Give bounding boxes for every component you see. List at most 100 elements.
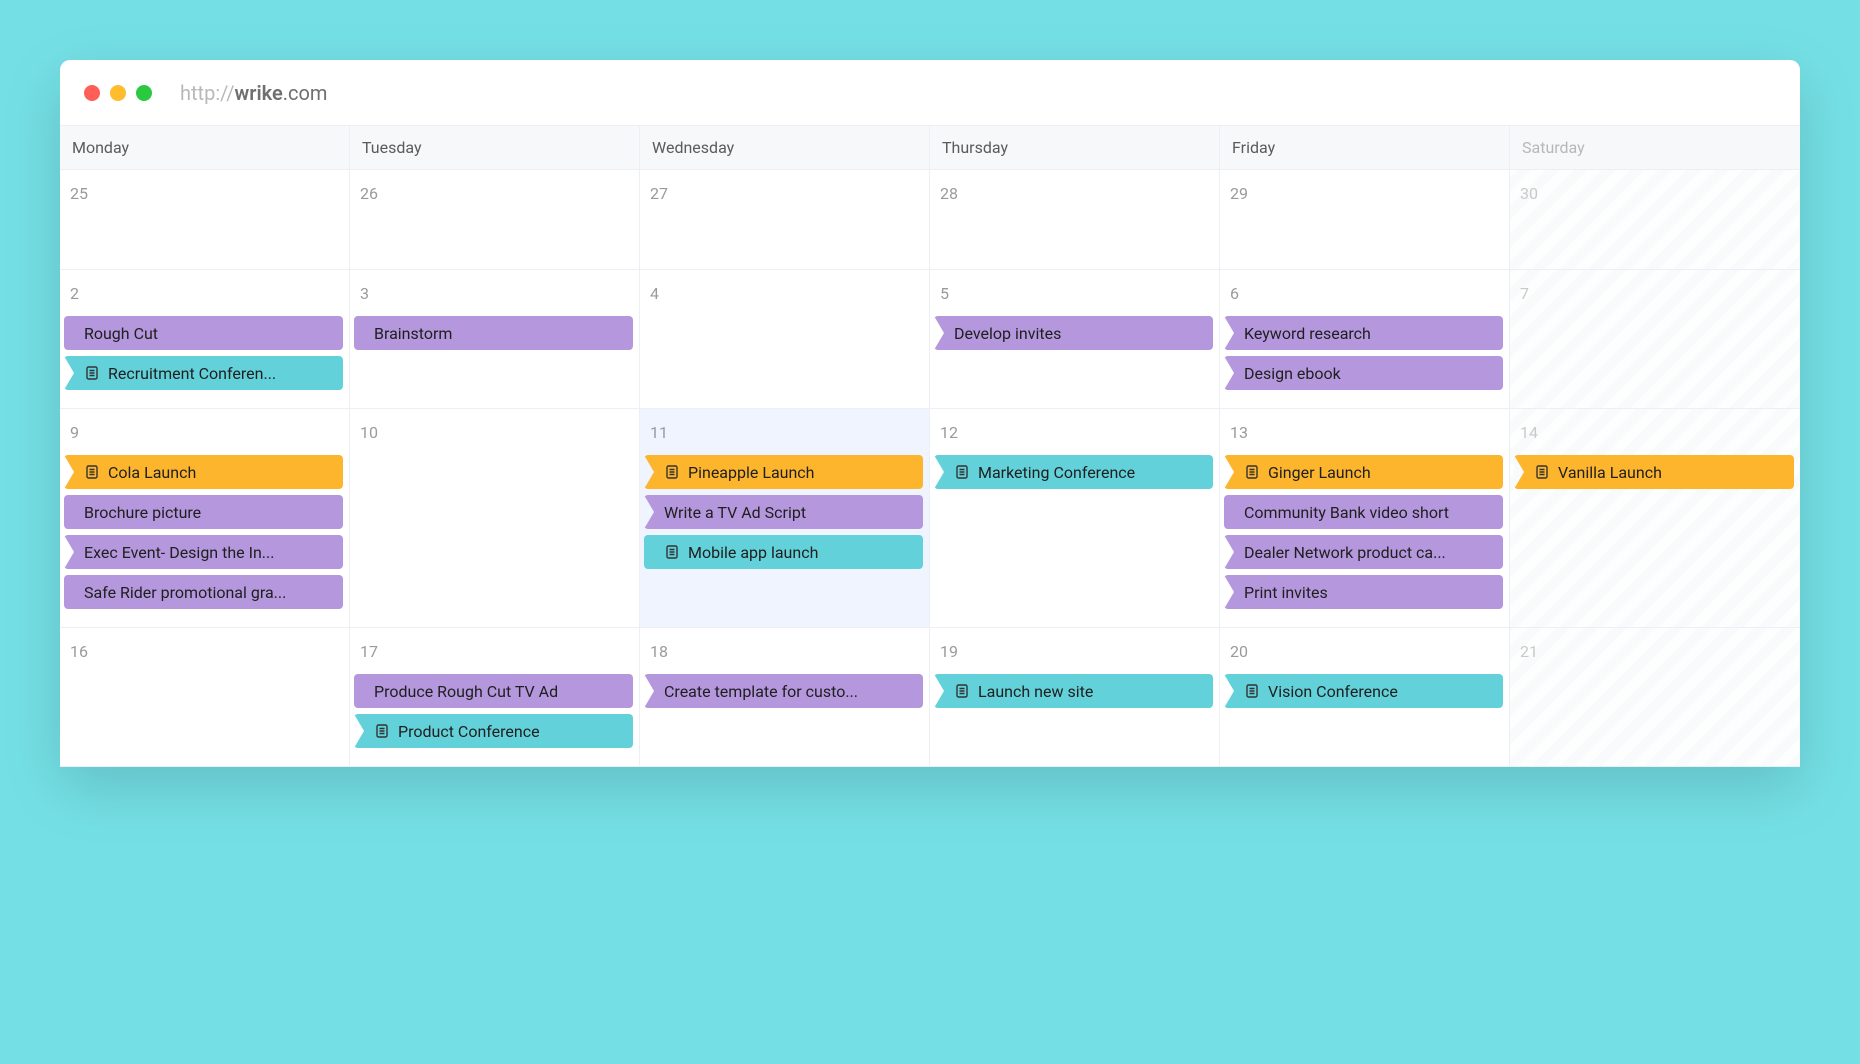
event-label: Produce Rough Cut TV Ad <box>374 682 558 701</box>
calendar-cell[interactable]: 26 <box>350 170 640 269</box>
note-icon <box>664 544 680 560</box>
day-number: 3 <box>354 280 633 313</box>
calendar-event[interactable]: Cola Launch <box>64 455 343 489</box>
event-label: Exec Event- Design the In... <box>84 543 274 562</box>
day-number: 28 <box>934 180 1213 213</box>
calendar-grid: 25 26 27 282930 2 Rough Cut Recruitment Confer… <box>60 170 1800 767</box>
calendar-event[interactable]: Develop invites <box>934 316 1213 350</box>
address-bar[interactable]: http://wrike.com <box>180 81 327 105</box>
calendar-cell[interactable]: 21 <box>1510 628 1800 766</box>
calendar-cell[interactable]: 27 <box>640 170 930 269</box>
day-number: 30 <box>1514 180 1794 213</box>
calendar-cell[interactable]: 14Vanilla Launch <box>1510 409 1800 627</box>
day-number: 6 <box>1224 280 1503 313</box>
calendar-event[interactable]: Vision Conference <box>1224 674 1503 708</box>
calendar-cell[interactable]: 7 <box>1510 270 1800 408</box>
calendar-cell[interactable]: 10 <box>350 409 640 627</box>
calendar-cell[interactable]: 19Launch new site <box>930 628 1220 766</box>
event-label: Safe Rider promotional gra... <box>84 583 286 602</box>
calendar-cell[interactable]: 4 <box>640 270 930 408</box>
day-number: 26 <box>354 180 633 213</box>
calendar-event[interactable]: Recruitment Conferen... <box>64 356 343 390</box>
calendar-event[interactable]: Produce Rough Cut TV Ad <box>354 674 633 708</box>
day-header-fri: Friday <box>1220 126 1510 169</box>
calendar-event[interactable]: Exec Event- Design the In... <box>64 535 343 569</box>
calendar-cell[interactable]: 12Marketing Conference <box>930 409 1220 627</box>
event-label: Community Bank video short <box>1244 503 1449 522</box>
calendar-cell[interactable]: 16 <box>60 628 350 766</box>
calendar-event[interactable]: Ginger Launch <box>1224 455 1503 489</box>
calendar-event[interactable]: Brochure picture <box>64 495 343 529</box>
event-label: Launch new site <box>978 682 1093 701</box>
calendar-cell[interactable]: 13Ginger Launch Community Bank video shor… <box>1220 409 1510 627</box>
note-icon <box>374 723 390 739</box>
close-icon[interactable] <box>84 85 100 101</box>
calendar-cell[interactable]: 2 Rough Cut Recruitment Conferen... <box>60 270 350 408</box>
event-label: Keyword research <box>1244 324 1371 343</box>
day-number: 4 <box>644 280 923 313</box>
calendar-event[interactable]: Pineapple Launch <box>644 455 923 489</box>
calendar-event[interactable]: Print invites <box>1224 575 1503 609</box>
minimize-icon[interactable] <box>110 85 126 101</box>
calendar-event[interactable]: Safe Rider promotional gra... <box>64 575 343 609</box>
calendar-cell[interactable]: 29 <box>1220 170 1510 269</box>
day-number: 11 <box>644 419 923 452</box>
note-icon <box>1244 464 1260 480</box>
calendar-cell[interactable]: 9Cola Launch Brochure picture Exec Event- … <box>60 409 350 627</box>
calendar-cell[interactable]: 11Pineapple Launch Write a TV Ad Script Mo… <box>640 409 930 627</box>
calendar-cell[interactable]: 30 <box>1510 170 1800 269</box>
calendar-row: 1617Produce Rough Cut TV AdProduct Confe… <box>60 628 1800 767</box>
note-icon <box>1534 464 1550 480</box>
event-label: Brochure picture <box>84 503 201 522</box>
calendar-event[interactable]: Product Conference <box>354 714 633 748</box>
day-number: 5 <box>934 280 1213 313</box>
calendar-event[interactable]: Mobile app launch <box>644 535 923 569</box>
maximize-icon[interactable] <box>136 85 152 101</box>
note-icon <box>954 464 970 480</box>
browser-window: http://wrike.com Monday Tuesday Wednesda… <box>60 60 1800 767</box>
calendar-event[interactable]: Write a TV Ad Script <box>644 495 923 529</box>
calendar-event[interactable]: Dealer Network product ca... <box>1224 535 1503 569</box>
calendar-event[interactable]: Vanilla Launch <box>1514 455 1794 489</box>
day-number: 9 <box>64 419 343 452</box>
calendar-event[interactable]: Marketing Conference <box>934 455 1213 489</box>
event-label: Vision Conference <box>1268 682 1398 701</box>
url-path: .com <box>283 81 328 105</box>
day-number: 13 <box>1224 419 1503 452</box>
calendar-cell[interactable]: 25 <box>60 170 350 269</box>
day-number: 2 <box>64 280 343 313</box>
day-number: 10 <box>354 419 633 452</box>
event-label: Vanilla Launch <box>1558 463 1662 482</box>
calendar-event[interactable]: Create template for custo... <box>644 674 923 708</box>
url-domain: wrike <box>235 81 283 105</box>
calendar-event[interactable]: Launch new site <box>934 674 1213 708</box>
calendar-cell[interactable]: 18Create template for custo... <box>640 628 930 766</box>
event-label: Product Conference <box>398 722 540 741</box>
calendar-event[interactable]: Community Bank video short <box>1224 495 1503 529</box>
event-label: Recruitment Conferen... <box>108 364 276 383</box>
window-controls <box>84 85 152 101</box>
day-number: 12 <box>934 419 1213 452</box>
calendar-event[interactable]: Rough Cut <box>64 316 343 350</box>
calendar-cell[interactable]: 20Vision Conference <box>1220 628 1510 766</box>
calendar-event[interactable]: Design ebook <box>1224 356 1503 390</box>
day-number: 18 <box>644 638 923 671</box>
day-header-tue: Tuesday <box>350 126 640 169</box>
day-header-thu: Thursday <box>930 126 1220 169</box>
calendar-day-headers: Monday Tuesday Wednesday Thursday Friday… <box>60 126 1800 170</box>
calendar-cell[interactable]: 17Produce Rough Cut TV AdProduct Confere… <box>350 628 640 766</box>
note-icon <box>1244 683 1260 699</box>
day-number: 16 <box>64 638 343 671</box>
calendar-cell[interactable]: 5Develop invites <box>930 270 1220 408</box>
calendar-cell[interactable]: 3Brainstorm <box>350 270 640 408</box>
day-header-sat: Saturday <box>1510 126 1800 169</box>
note-icon <box>84 464 100 480</box>
calendar-event[interactable]: Keyword research <box>1224 316 1503 350</box>
calendar-event[interactable]: Brainstorm <box>354 316 633 350</box>
event-label: Rough Cut <box>84 324 158 343</box>
event-label: Print invites <box>1244 583 1328 602</box>
calendar-cell[interactable]: 6 Keyword research Design ebook <box>1220 270 1510 408</box>
calendar-cell[interactable]: 28 <box>930 170 1220 269</box>
day-number: 27 <box>644 180 923 213</box>
day-number: 25 <box>64 180 343 213</box>
